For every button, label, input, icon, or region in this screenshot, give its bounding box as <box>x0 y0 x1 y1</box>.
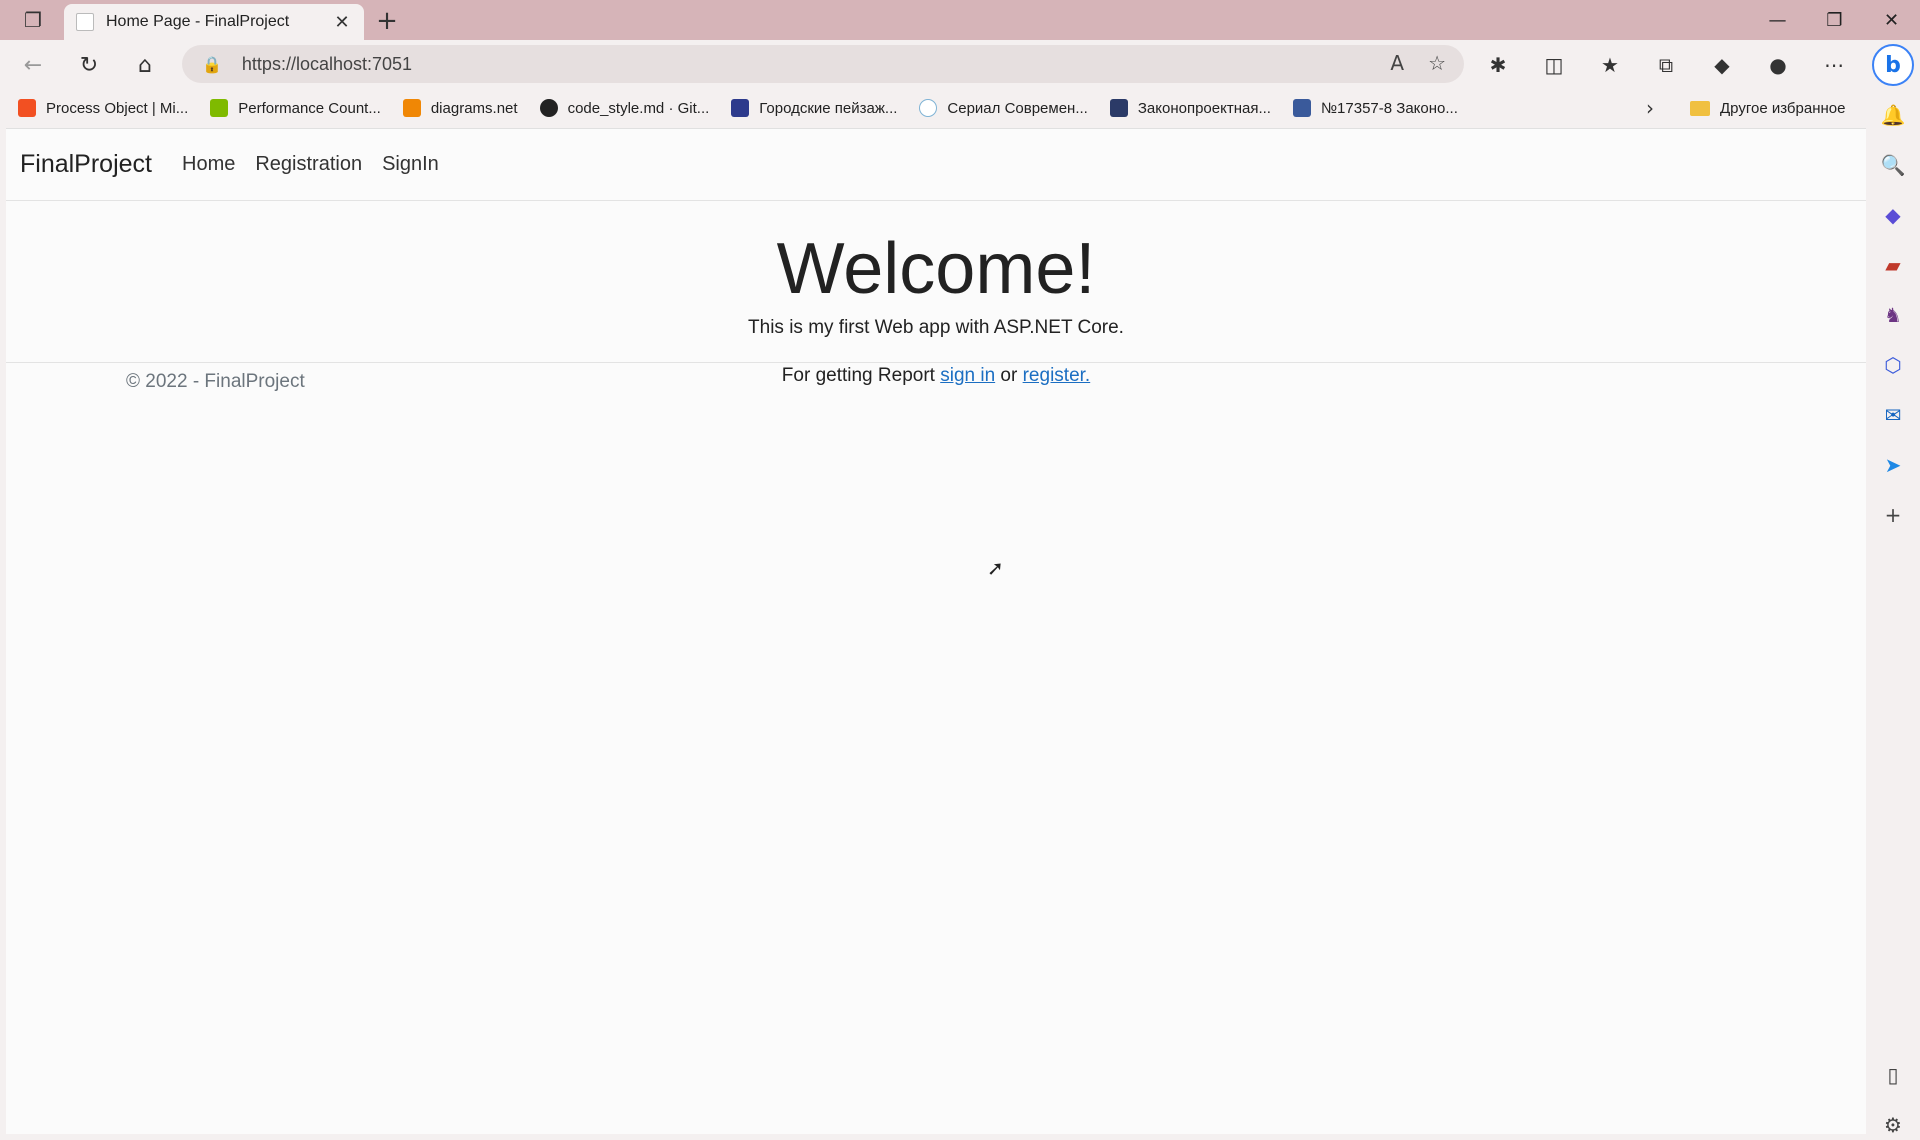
games-icon[interactable]: ♞ <box>1878 300 1908 330</box>
bookmark-item[interactable]: Сериал Современ... <box>919 99 1088 117</box>
home-icon[interactable]: ⌂ <box>128 48 162 82</box>
bookmark-favicon-icon <box>210 99 229 117</box>
bookmark-favicon-icon <box>1292 99 1311 117</box>
extensions-icon[interactable]: ✱ <box>1480 48 1516 82</box>
site-brand-link[interactable]: FinalProject <box>20 150 152 179</box>
register-link[interactable]: register. <box>1023 365 1091 386</box>
edge-sidebar: b 🔔 🔍 ◆ ▰ ♞ ⬡ ✉ ➤ + ▯ ⚙ <box>1866 40 1920 1140</box>
nav-link-signin[interactable]: SignIn <box>382 153 439 176</box>
other-favorites[interactable]: Другое избранное <box>1690 88 1845 128</box>
url-text: https://localhost:7051 <box>241 53 413 74</box>
hide-sidebar-icon[interactable]: ▯ <box>1878 1060 1908 1090</box>
web-page: FinalProject Home Registration SignIn We… <box>6 128 1866 1134</box>
shopping-tag-icon[interactable]: ◆ <box>1878 200 1908 230</box>
tab-actions-icon[interactable]: ❐ <box>14 5 52 35</box>
bookmark-favicon-icon <box>18 99 36 117</box>
lock-icon[interactable]: 🔒 <box>202 55 222 74</box>
search-icon[interactable]: 🔍 <box>1878 150 1908 180</box>
tab-title: Home Page - FinalProject <box>106 13 290 30</box>
bookmark-item[interactable]: Законопроектная... <box>1109 99 1271 117</box>
new-tab-icon[interactable]: + <box>372 6 402 36</box>
bookmark-item[interactable]: Городские пейзаж... <box>731 99 897 117</box>
bookmark-item[interactable]: Process Object | Mi... <box>18 99 188 117</box>
close-tab-icon[interactable]: ✕ <box>332 12 352 33</box>
bing-copilot-icon[interactable]: b <box>1872 44 1914 86</box>
play-icon <box>919 99 938 117</box>
minimize-icon[interactable]: — <box>1749 0 1806 40</box>
favorites-icon[interactable]: ★ <box>1592 48 1628 82</box>
refresh-icon[interactable]: ↻ <box>72 48 106 82</box>
bookmark-favicon-icon <box>402 99 421 117</box>
outlook-icon[interactable]: ✉ <box>1878 400 1908 430</box>
drop-icon[interactable]: ➤ <box>1878 450 1908 480</box>
close-window-icon[interactable]: ✕ <box>1863 0 1920 40</box>
window-controls: — ❐ ✕ <box>1749 0 1920 40</box>
mouse-cursor-icon: ➚ <box>987 556 1004 580</box>
notification-bell-icon[interactable]: 🔔 <box>1878 100 1908 130</box>
bookmark-item[interactable]: code_style.md · Git... <box>539 99 709 117</box>
bookmark-favicon-icon <box>1109 99 1128 117</box>
nav-link-registration[interactable]: Registration <box>255 153 362 176</box>
more-menu-icon[interactable]: ⋯ <box>1816 48 1852 82</box>
subtitle-text: This is my first Web app with ASP.NET Co… <box>748 317 1124 338</box>
restore-icon[interactable]: ❐ <box>1806 0 1863 40</box>
add-icon[interactable]: + <box>1878 500 1908 530</box>
tab-active[interactable]: Home Page - FinalProject ✕ <box>64 4 364 40</box>
bookmark-item[interactable]: diagrams.net <box>402 99 518 117</box>
browser-window: ❐ Home Page - FinalProject ✕ + — ❐ ✕ ← ↻… <box>0 0 1920 1140</box>
favorite-star-icon[interactable]: ☆ <box>1428 51 1446 75</box>
github-icon <box>539 99 558 117</box>
split-screen-icon[interactable]: ◫ <box>1536 48 1572 82</box>
main-content: Welcome! This is my first Web app with A… <box>6 201 1866 386</box>
microsoft365-icon[interactable]: ⬡ <box>1878 350 1908 380</box>
title-bar: ❐ Home Page - FinalProject ✕ + — ❐ ✕ <box>0 0 1920 40</box>
bookmark-item[interactable]: №17357-8 Законо... <box>1292 99 1458 117</box>
chevron-right-icon[interactable]: › <box>1646 96 1654 120</box>
bookmarks-bar: Process Object | Mi... Performance Count… <box>0 88 1880 128</box>
bookmark-item[interactable]: Performance Count... <box>210 99 381 117</box>
page-title: Welcome! <box>776 229 1096 309</box>
folder-icon <box>1690 100 1710 116</box>
toolbar: ← ↻ ⌂ 🔒 https://localhost:7051 A ☆ ✱ ◫ ★… <box>0 40 1880 88</box>
tools-briefcase-icon[interactable]: ▰ <box>1878 250 1908 280</box>
collections-icon[interactable]: ⧉ <box>1648 48 1684 82</box>
settings-gear-icon[interactable]: ⚙ <box>1878 1110 1908 1140</box>
signin-link[interactable]: sign in <box>940 365 995 386</box>
site-navbar: FinalProject Home Registration SignIn <box>6 129 1866 201</box>
nav-link-home[interactable]: Home <box>182 153 235 176</box>
profile-avatar-icon[interactable]: ● <box>1760 48 1796 82</box>
back-icon[interactable]: ← <box>16 48 50 82</box>
address-bar[interactable]: 🔒 https://localhost:7051 A ☆ <box>182 45 1464 83</box>
read-aloud-icon[interactable]: A <box>1390 51 1404 75</box>
bookmark-favicon-icon <box>731 99 750 117</box>
extension-badge-icon[interactable]: ◆ <box>1704 48 1740 82</box>
page-favicon-icon <box>76 13 94 31</box>
